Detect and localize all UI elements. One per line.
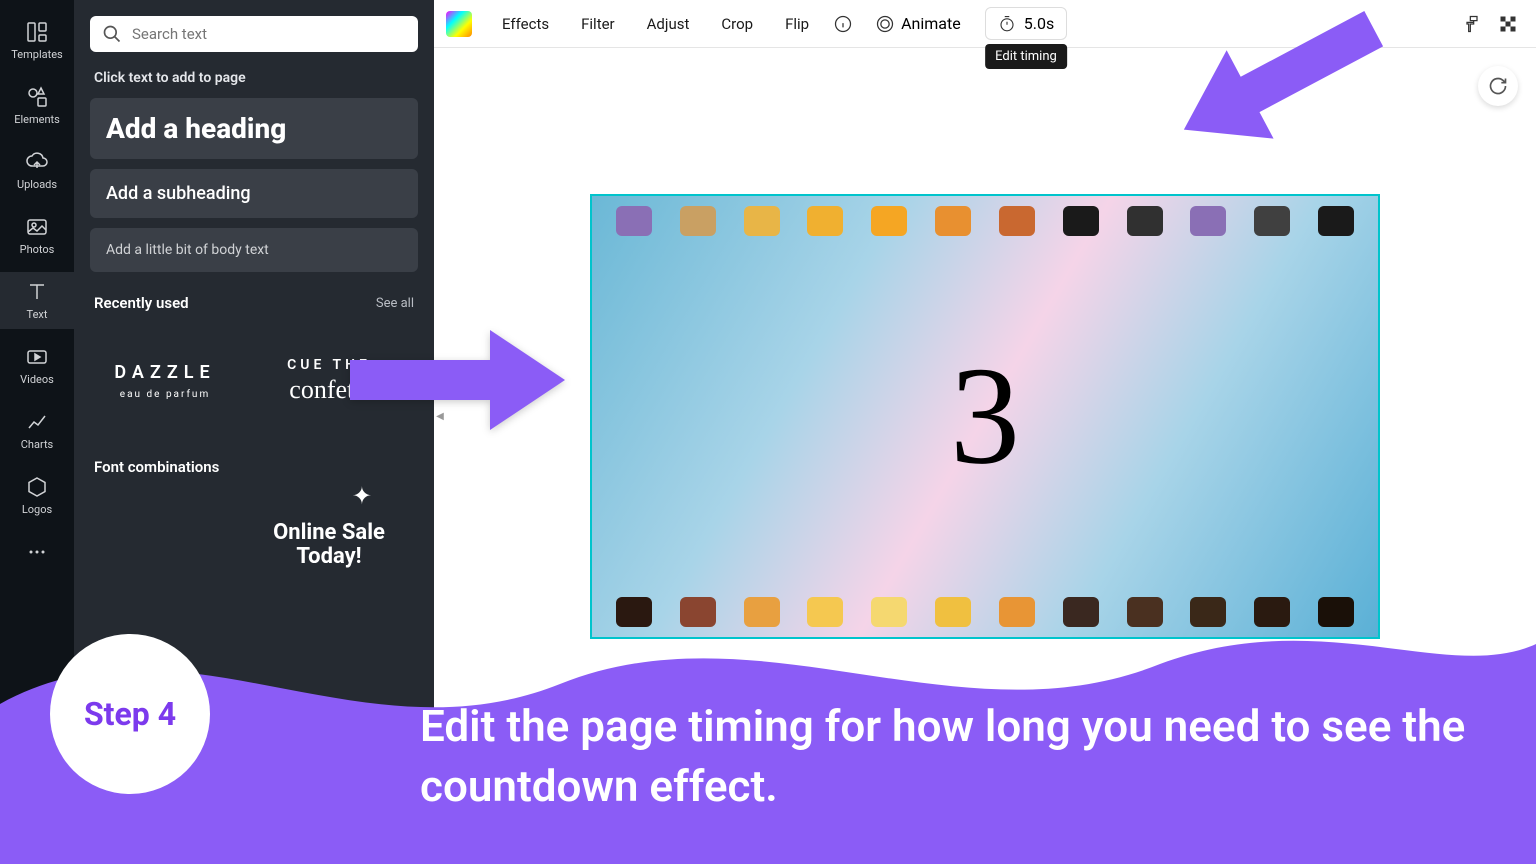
add-subheading-button[interactable]: Add a subheading (90, 169, 418, 218)
nav-elements[interactable]: Elements (0, 77, 74, 134)
canvas-viewport[interactable]: ◀ 3 (434, 48, 1536, 784)
add-body-text-button[interactable]: Add a little bit of body text (90, 228, 418, 272)
instruction-text: Edit the page timing for how long you ne… (420, 697, 1476, 816)
templates-icon (25, 20, 49, 44)
refresh-icon (1488, 76, 1508, 96)
more-icon (25, 540, 49, 564)
annotation-arrow-right (340, 320, 570, 444)
countdown-number: 3 (950, 336, 1020, 497)
transparency-button[interactable] (1498, 14, 1518, 34)
format-painter-button[interactable] (1462, 14, 1482, 34)
reset-button[interactable] (1478, 66, 1518, 106)
color-picker-button[interactable] (446, 11, 472, 37)
search-input[interactable] (132, 25, 406, 43)
nav-videos[interactable]: Videos (0, 337, 74, 394)
panel-hint: Click text to add to page (94, 70, 418, 86)
font-combo-1[interactable] (90, 490, 240, 600)
logos-icon (25, 475, 49, 499)
info-icon (833, 14, 853, 34)
stopwatch-icon (998, 15, 1016, 33)
film-perforations-bottom (592, 587, 1378, 637)
flip-button[interactable]: Flip (771, 9, 823, 39)
recently-used-heading: Recently used (94, 294, 189, 312)
annotation-arrow-topright (1166, 8, 1396, 152)
animate-icon (875, 14, 895, 34)
add-heading-button[interactable]: Add a heading (90, 98, 418, 159)
format-painter-icon (1462, 13, 1482, 35)
info-button[interactable] (833, 14, 853, 34)
step-badge: Step 4 (50, 634, 210, 794)
nav-templates[interactable]: Templates (0, 12, 74, 69)
sparkle-icon: ✦ (352, 482, 372, 510)
elements-icon (25, 85, 49, 109)
font-combo-online-sale[interactable]: ✦ Online Sale Today! (254, 490, 404, 600)
crop-button[interactable]: Crop (707, 9, 767, 39)
charts-icon (25, 410, 49, 434)
search-icon (102, 24, 122, 44)
nav-uploads[interactable]: Uploads (0, 142, 74, 199)
videos-icon (25, 345, 49, 369)
nav-charts[interactable]: Charts (0, 402, 74, 459)
nav-more[interactable] (0, 532, 74, 572)
film-perforations-top (592, 196, 1378, 246)
recent-template-dazzle[interactable]: DAZZLE eau de parfum (90, 326, 240, 436)
adjust-button[interactable]: Adjust (633, 9, 704, 39)
uploads-icon (25, 150, 49, 174)
nav-logos[interactable]: Logos (0, 467, 74, 524)
search-box[interactable] (90, 16, 418, 52)
see-all-link[interactable]: See all (376, 296, 414, 311)
nav-text[interactable]: Text (0, 272, 74, 329)
transparency-icon (1498, 13, 1518, 35)
nav-photos[interactable]: Photos (0, 207, 74, 264)
animate-button[interactable]: Animate (863, 8, 973, 40)
font-combinations-heading: Font combinations (94, 458, 219, 476)
photos-icon (25, 215, 49, 239)
filter-button[interactable]: Filter (567, 9, 629, 39)
text-icon (25, 280, 49, 304)
timing-button[interactable]: 5.0s Edit timing (985, 7, 1067, 40)
selected-frame[interactable]: 3 (590, 194, 1380, 639)
effects-button[interactable]: Effects (488, 9, 563, 39)
